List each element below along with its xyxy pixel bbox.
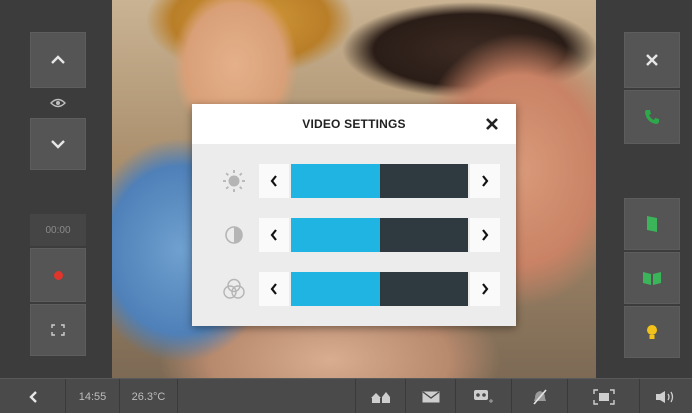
color-setting-row (192, 272, 516, 306)
lightbulb-icon (647, 325, 657, 339)
volume-button[interactable] (640, 379, 692, 413)
video-settings-dialog: VIDEO SETTINGS (192, 104, 516, 326)
mute-ringer-button[interactable] (512, 379, 568, 413)
envelope-icon (422, 390, 439, 402)
contrast-slider-fill (291, 218, 380, 252)
chevron-up-icon (51, 55, 65, 64)
answering-machine-button[interactable] (456, 379, 512, 413)
brightness-slider-fill (291, 164, 380, 198)
dialog-title: VIDEO SETTINGS (302, 117, 406, 131)
home-status-button[interactable] (356, 379, 406, 413)
bottom-status-bar: 14:55 26.3°C (0, 378, 692, 413)
brightness-setting-row (192, 164, 516, 198)
brightness-increase-button[interactable] (470, 164, 500, 198)
expand-icon (51, 324, 65, 336)
open-gate-button[interactable] (624, 252, 680, 304)
close-dialog-button[interactable] (480, 112, 504, 136)
camera-down-button[interactable] (30, 118, 86, 170)
brightness-icon (222, 169, 246, 193)
brightness-decrease-button[interactable] (259, 164, 289, 198)
right-control-panel (596, 0, 692, 378)
chevron-right-icon (482, 175, 489, 187)
color-slider-fill (291, 272, 380, 306)
contrast-setting-row (192, 218, 516, 252)
brightness-slider[interactable] (291, 164, 468, 198)
recording-timer: 00:00 (30, 214, 86, 246)
chevron-left-icon (28, 390, 37, 403)
status-spacer (178, 379, 356, 413)
contrast-slider[interactable] (291, 218, 468, 252)
light-button[interactable] (624, 306, 680, 358)
color-slider[interactable] (291, 272, 468, 306)
chevron-right-icon (482, 229, 489, 241)
home-icon (370, 391, 390, 403)
speaker-icon (656, 390, 674, 403)
chevron-right-icon (482, 283, 489, 295)
camera-view-indicator (30, 88, 86, 118)
chevron-left-icon (270, 175, 277, 187)
chevron-left-icon (270, 229, 277, 241)
record-dot-icon (53, 270, 63, 280)
color-saturation-icon (222, 277, 246, 301)
voicemail-icon (473, 389, 493, 403)
clock-time: 14:55 (66, 379, 120, 413)
chevron-down-icon (51, 140, 65, 149)
close-icon (486, 118, 498, 130)
contrast-decrease-button[interactable] (259, 218, 289, 252)
back-button[interactable] (0, 379, 66, 413)
end-call-button[interactable] (624, 32, 680, 88)
screenshot-button[interactable] (568, 379, 640, 413)
chevron-left-icon (270, 283, 277, 295)
contrast-increase-button[interactable] (470, 218, 500, 252)
answer-call-button[interactable] (624, 90, 680, 144)
camera-up-button[interactable] (30, 32, 86, 88)
door-icon (647, 216, 657, 232)
close-icon (646, 54, 658, 66)
record-button[interactable] (30, 248, 86, 302)
left-control-panel: 00:00 (0, 0, 112, 378)
eye-icon (50, 98, 66, 108)
color-decrease-button[interactable] (259, 272, 289, 306)
temperature-reading: 26.3°C (120, 379, 178, 413)
messages-button[interactable] (406, 379, 456, 413)
phone-icon (645, 110, 659, 124)
fullscreen-button[interactable] (30, 304, 86, 356)
capture-frame-icon (592, 388, 615, 405)
dialog-header: VIDEO SETTINGS (192, 104, 516, 144)
gate-icon (643, 272, 661, 285)
contrast-icon (222, 223, 246, 247)
muted-bell-icon (532, 388, 547, 405)
color-increase-button[interactable] (470, 272, 500, 306)
open-door-button[interactable] (624, 198, 680, 250)
